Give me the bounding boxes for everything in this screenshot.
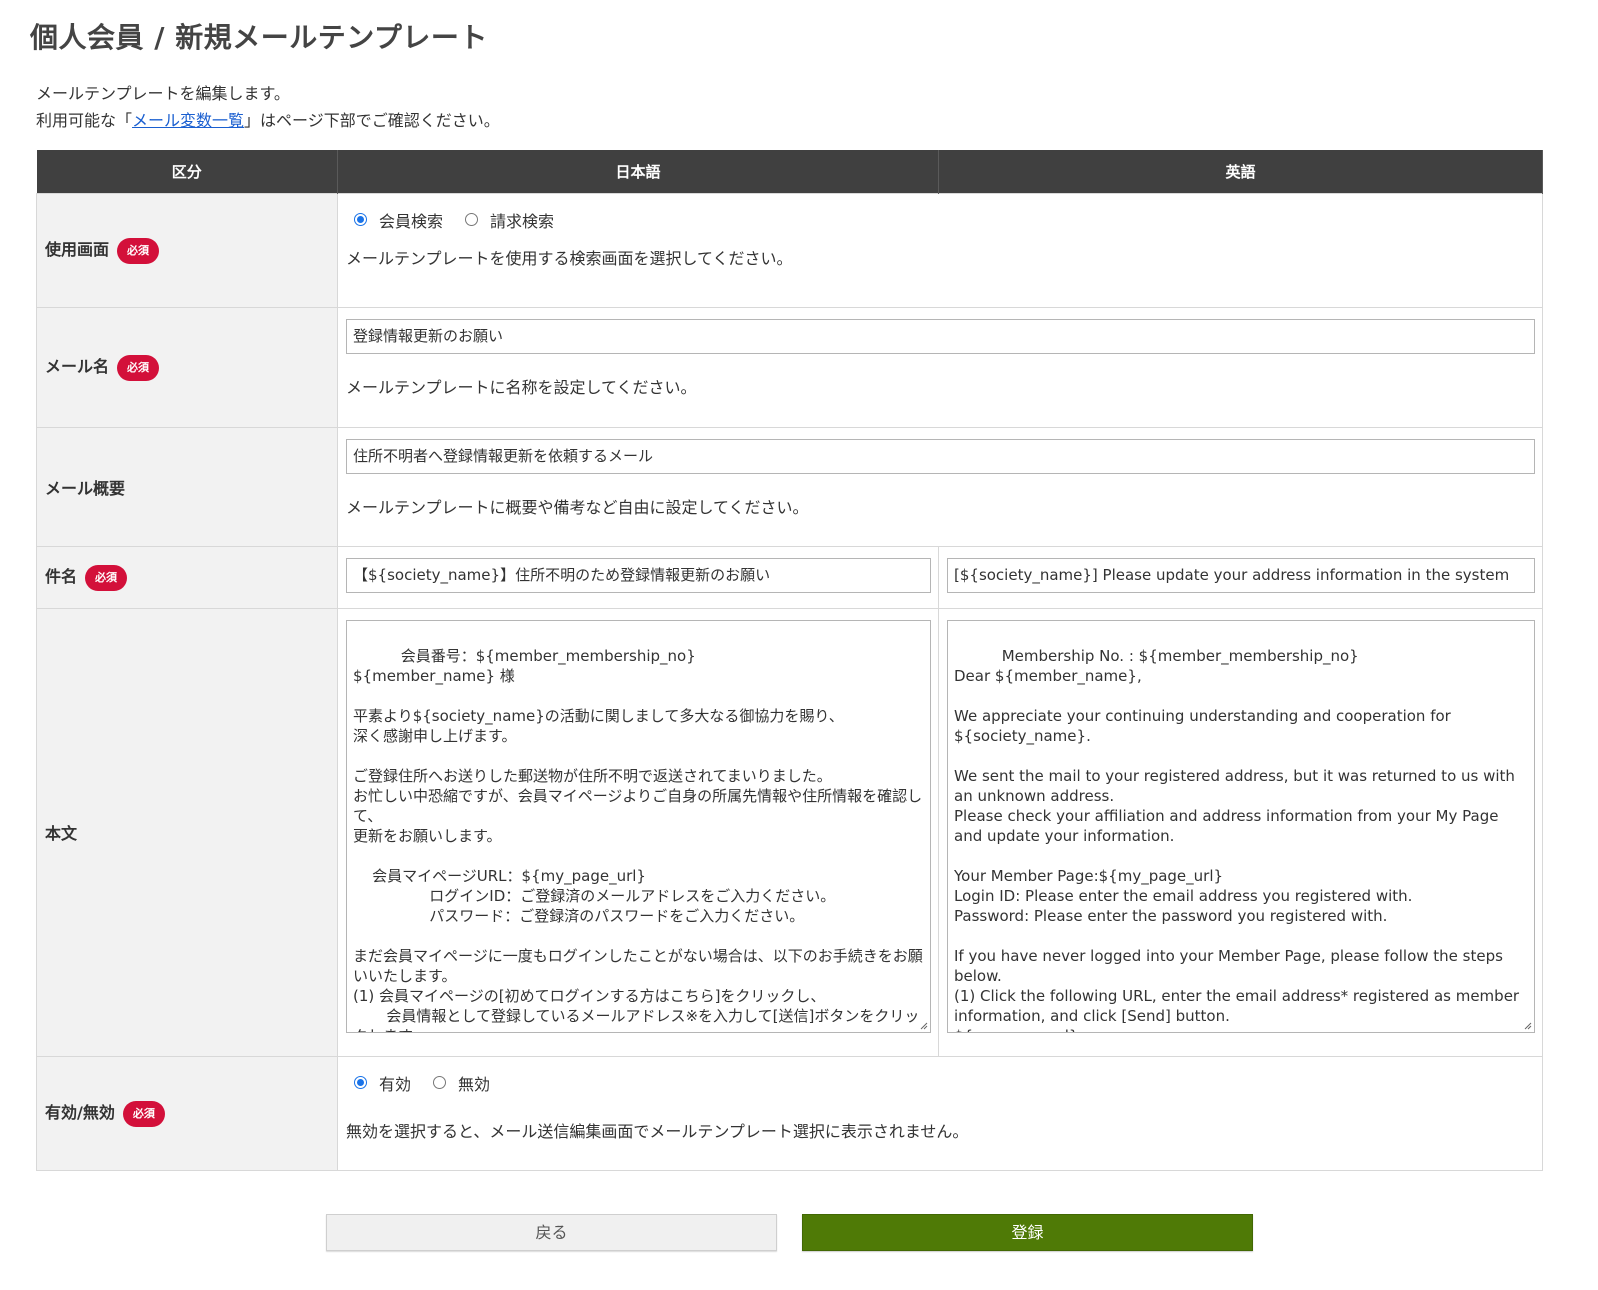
intro-line-2: 利用可能な「メール変数一覧」はページ下部でご確認ください。 — [36, 111, 500, 130]
row-mail-summary: メール概要 住所不明者へ登録情報更新を依頼するメール メールテンプレートに概要や… — [36, 426, 1543, 547]
mail-name-help: メールテンプレートに名称を設定してください。 — [346, 377, 697, 397]
header-category: 区分 — [36, 150, 338, 193]
screen-radio-group: 会員検索 請求検索 — [346, 205, 1535, 235]
row-screen: 使用画面 必須 会員検索 請求検索 メールテンプレートを使用する検索画面を選択して… — [36, 192, 1543, 308]
label-screen: 使用画面 必須 — [36, 192, 338, 308]
row-status: 有効/無効 必須 有効 無効 無効を選択すると、メール送信編集画面でメールテンプレ… — [36, 1055, 1543, 1171]
mail-variables-link[interactable]: メール変数一覧 — [132, 111, 244, 130]
label-mail-name: メール名 必須 — [36, 306, 338, 428]
mail-name-input[interactable]: 登録情報更新のお願い — [346, 318, 1535, 354]
status-radio-group: 有効 無効 — [346, 1068, 1535, 1098]
body-en-textarea[interactable]: Membership No. : ${member_membership_no}… — [947, 619, 1535, 1033]
radio-enabled[interactable] — [354, 1076, 367, 1089]
label-subject: 件名 必須 — [36, 545, 338, 609]
back-button[interactable]: 戻る — [326, 1214, 777, 1251]
cell-body-en: Membership No. : ${member_membership_no}… — [938, 607, 1543, 1057]
radio-member-search-label[interactable]: 会員検索 — [379, 208, 443, 232]
label-mail-summary: メール概要 — [36, 426, 338, 547]
cell-subject-ja: 【${society_name}】住所不明のため登録情報更新のお願い — [337, 545, 939, 609]
required-badge: 必須 — [85, 564, 128, 591]
label-status: 有効/無効 必須 — [36, 1055, 338, 1171]
cell-mail-summary: 住所不明者へ登録情報更新を依頼するメール メールテンプレートに概要や備考など自由… — [337, 426, 1543, 547]
subject-ja-input[interactable]: 【${society_name}】住所不明のため登録情報更新のお願い — [346, 557, 931, 593]
row-subject: 件名 必須 【${society_name}】住所不明のため登録情報更新のお願い … — [36, 545, 1543, 609]
page-title: 個人会員 / 新規メールテンプレート — [30, 21, 488, 54]
cell-subject-en: [${society_name}] Please update your add… — [938, 545, 1543, 609]
save-button[interactable]: 登録 — [802, 1214, 1253, 1251]
header-english: 英語 — [938, 150, 1543, 193]
row-mail-name: メール名 必須 登録情報更新のお願い メールテンプレートに名称を設定してください。 — [36, 306, 1543, 428]
mail-summary-input[interactable]: 住所不明者へ登録情報更新を依頼するメール — [346, 438, 1535, 474]
required-badge: 必須 — [122, 1100, 165, 1127]
radio-disabled-label[interactable]: 無効 — [458, 1071, 490, 1095]
radio-disabled[interactable] — [433, 1076, 447, 1089]
resize-grip-icon[interactable] — [918, 1020, 928, 1030]
label-body: 本文 — [36, 607, 338, 1057]
radio-enabled-label[interactable]: 有効 — [379, 1071, 411, 1095]
mail-summary-help: メールテンプレートに概要や備考など自由に設定してください。 — [346, 497, 809, 517]
body-ja-textarea[interactable]: 会員番号：${member_membership_no} ${member_na… — [346, 619, 931, 1033]
intro-line-1: メールテンプレートを編集します。 — [36, 84, 290, 103]
screen-help: メールテンプレートを使用する検索画面を選択してください。 — [346, 248, 793, 268]
cell-screen: 会員検索 請求検索 メールテンプレートを使用する検索画面を選択してください。 — [337, 192, 1543, 308]
radio-billing-search[interactable] — [465, 213, 479, 226]
radio-member-search[interactable] — [354, 213, 367, 226]
cell-mail-name: 登録情報更新のお願い メールテンプレートに名称を設定してください。 — [337, 306, 1543, 428]
header-japanese: 日本語 — [337, 150, 939, 193]
cell-status: 有効 無効 無効を選択すると、メール送信編集画面でメールテンプレート選択に表示さ… — [337, 1055, 1543, 1171]
row-body: 本文 会員番号：${member_membership_no} ${member… — [36, 607, 1543, 1057]
template-form-table: 区分 日本語 英語 使用画面 必須 会員検索 請求検索 メールテンプレートを使用す… — [36, 150, 1543, 1171]
required-badge: 必須 — [117, 354, 160, 381]
resize-grip-icon[interactable] — [1522, 1020, 1532, 1030]
table-header-row: 区分 日本語 英語 — [36, 150, 1543, 193]
cell-body-ja: 会員番号：${member_membership_no} ${member_na… — [337, 607, 939, 1057]
radio-billing-search-label[interactable]: 請求検索 — [490, 208, 554, 232]
intro-text: メールテンプレートを編集します。 利用可能な「メール変数一覧」はページ下部でご確… — [36, 80, 500, 134]
required-badge: 必須 — [117, 237, 160, 264]
subject-en-input[interactable]: [${society_name}] Please update your add… — [947, 557, 1535, 593]
status-help: 無効を選択すると、メール送信編集画面でメールテンプレート選択に表示されません。 — [346, 1121, 969, 1141]
